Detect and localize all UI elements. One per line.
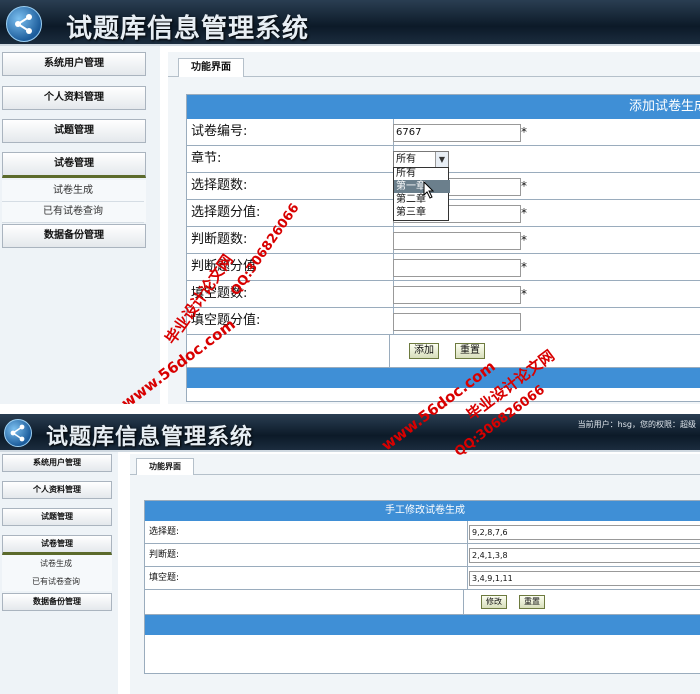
sidebar-item-questions[interactable]: 试题管理 xyxy=(2,508,112,526)
judge-count-input[interactable] xyxy=(393,232,521,250)
sidebar-subitem-generate[interactable]: 试卷生成 xyxy=(2,556,110,572)
choice-label: 选择题: xyxy=(145,521,468,543)
form-header: 手工修改试卷生成 xyxy=(145,501,700,521)
share-logo-icon xyxy=(4,419,32,447)
app-header: 试题库信息管理系统 xyxy=(0,0,700,46)
form-footer xyxy=(145,615,700,635)
sidebar: 系统用户管理 个人资料管理 试题管理 试卷管理 试卷生成 已有试卷查询 数据备份… xyxy=(0,452,118,694)
choice-count-label: 选择题数: xyxy=(187,173,394,199)
mouse-cursor-icon xyxy=(423,181,435,199)
app-header: 试题库信息管理系统 当前用户：hsg，您的权限：超级 xyxy=(0,414,700,452)
form-button-row: 修改 重置 xyxy=(145,590,700,615)
sidebar-subitem-query[interactable]: 已有试卷查询 xyxy=(2,574,110,590)
chapter-option[interactable]: 所有 xyxy=(394,168,450,180)
form-row: 填空题数: * xyxy=(187,281,700,308)
chapter-option[interactable]: 第三章 xyxy=(394,206,450,219)
chevron-down-icon[interactable]: ▼ xyxy=(435,152,448,167)
sidebar-item-questions[interactable]: 试题管理 xyxy=(2,119,146,143)
content-area: 功能界面 手工修改试卷生成 选择题: 9,2,8,7,6 判断题: 2,4,1,… xyxy=(130,454,700,694)
screenshot-panel-add: 试题库信息管理系统 系统用户管理 个人资料管理 试题管理 试卷管理 试卷生成 已… xyxy=(0,0,700,404)
required-mark: * xyxy=(521,287,527,301)
reset-button[interactable]: 重置 xyxy=(519,595,545,609)
form-button-row: 添加 重置 xyxy=(187,335,700,368)
panel-gap xyxy=(0,404,700,414)
sidebar-item-system-users[interactable]: 系统用户管理 xyxy=(2,52,146,76)
fill-ids-input[interactable]: 3,4,9,1,11 xyxy=(469,571,700,586)
required-mark: * xyxy=(521,260,527,274)
form-row: 试卷编号: 6767 * xyxy=(187,119,700,146)
sidebar-item-papers[interactable]: 试卷管理 xyxy=(2,535,112,555)
share-logo-icon xyxy=(6,6,42,42)
form-row: 填空题分值: xyxy=(187,308,700,335)
tab-divider xyxy=(130,474,700,475)
chapter-select-value: 所有 xyxy=(396,154,416,165)
sidebar-item-profile[interactable]: 个人资料管理 xyxy=(2,481,112,499)
modify-button[interactable]: 修改 xyxy=(481,595,507,609)
tab-divider xyxy=(168,76,700,77)
form-footer xyxy=(187,368,700,388)
sidebar-item-papers[interactable]: 试卷管理 xyxy=(2,152,146,178)
chapter-option[interactable]: 第一章 xyxy=(394,180,450,193)
current-user-info: 当前用户：hsg，您的权限：超级 xyxy=(577,420,696,429)
sidebar: 系统用户管理 个人资料管理 试题管理 试卷管理 试卷生成 已有试卷查询 数据备份… xyxy=(0,46,160,404)
sidebar-subitem-query[interactable]: 已有试卷查询 xyxy=(2,202,144,223)
screenshot-panel-modify: 试题库信息管理系统 当前用户：hsg，您的权限：超级 系统用户管理 个人资料管理… xyxy=(0,414,700,694)
paper-id-input[interactable]: 6767 xyxy=(393,124,521,142)
button-row-spacer xyxy=(145,590,464,614)
sidebar-subitem-generate[interactable]: 试卷生成 xyxy=(2,181,144,202)
add-button[interactable]: 添加 xyxy=(409,343,439,359)
modify-paper-form: 手工修改试卷生成 选择题: 9,2,8,7,6 判断题: 2,4,1,3,8 填… xyxy=(144,500,700,674)
form-title: 添加试卷生成 xyxy=(629,99,700,114)
sidebar-item-profile[interactable]: 个人资料管理 xyxy=(2,86,146,110)
sidebar-item-system-users[interactable]: 系统用户管理 xyxy=(2,454,112,472)
chapter-label: 章节: xyxy=(187,146,394,172)
required-mark: * xyxy=(521,179,527,193)
app-title: 试题库信息管理系统 xyxy=(46,424,254,450)
tab-function[interactable]: 功能界面 xyxy=(178,58,244,77)
tab-function[interactable]: 功能界面 xyxy=(136,458,194,475)
judge-score-input[interactable] xyxy=(393,259,521,277)
form-header: 添加试卷生成 xyxy=(187,95,700,119)
required-mark: * xyxy=(521,233,527,247)
required-mark: * xyxy=(521,206,527,220)
paper-id-label: 试卷编号: xyxy=(187,119,394,145)
chapter-select[interactable]: 所有 ▼ xyxy=(393,151,449,168)
form-row: 判断题: 2,4,1,3,8 xyxy=(145,544,700,567)
form-title: 手工修改试卷生成 xyxy=(385,505,465,516)
app-title: 试题库信息管理系统 xyxy=(66,14,310,44)
fill-count-input[interactable] xyxy=(393,286,521,304)
chapter-option[interactable]: 第二章 xyxy=(394,193,450,206)
required-mark: * xyxy=(521,125,527,139)
judge-count-label: 判断题数: xyxy=(187,227,394,253)
reset-button[interactable]: 重置 xyxy=(455,343,485,359)
choice-ids-input[interactable]: 9,2,8,7,6 xyxy=(469,525,700,540)
form-row: 选择题: 9,2,8,7,6 xyxy=(145,521,700,544)
sidebar-item-backup[interactable]: 数据备份管理 xyxy=(2,224,146,248)
judge-label: 判断题: xyxy=(145,544,468,566)
chapter-dropdown[interactable]: 所有 第一章 第二章 第三章 xyxy=(393,167,450,221)
content-area: 功能界面 添加试卷生成 试卷编号: 6767 * 章节: 所有 ▼ 选择题数: … xyxy=(168,52,700,404)
sidebar-item-backup[interactable]: 数据备份管理 xyxy=(2,593,112,611)
form-row: 填空题: 3,4,9,1,11 xyxy=(145,567,700,590)
fill-score-input[interactable] xyxy=(393,313,521,331)
fill-label: 填空题: xyxy=(145,567,468,589)
judge-ids-input[interactable]: 2,4,1,3,8 xyxy=(469,548,700,563)
